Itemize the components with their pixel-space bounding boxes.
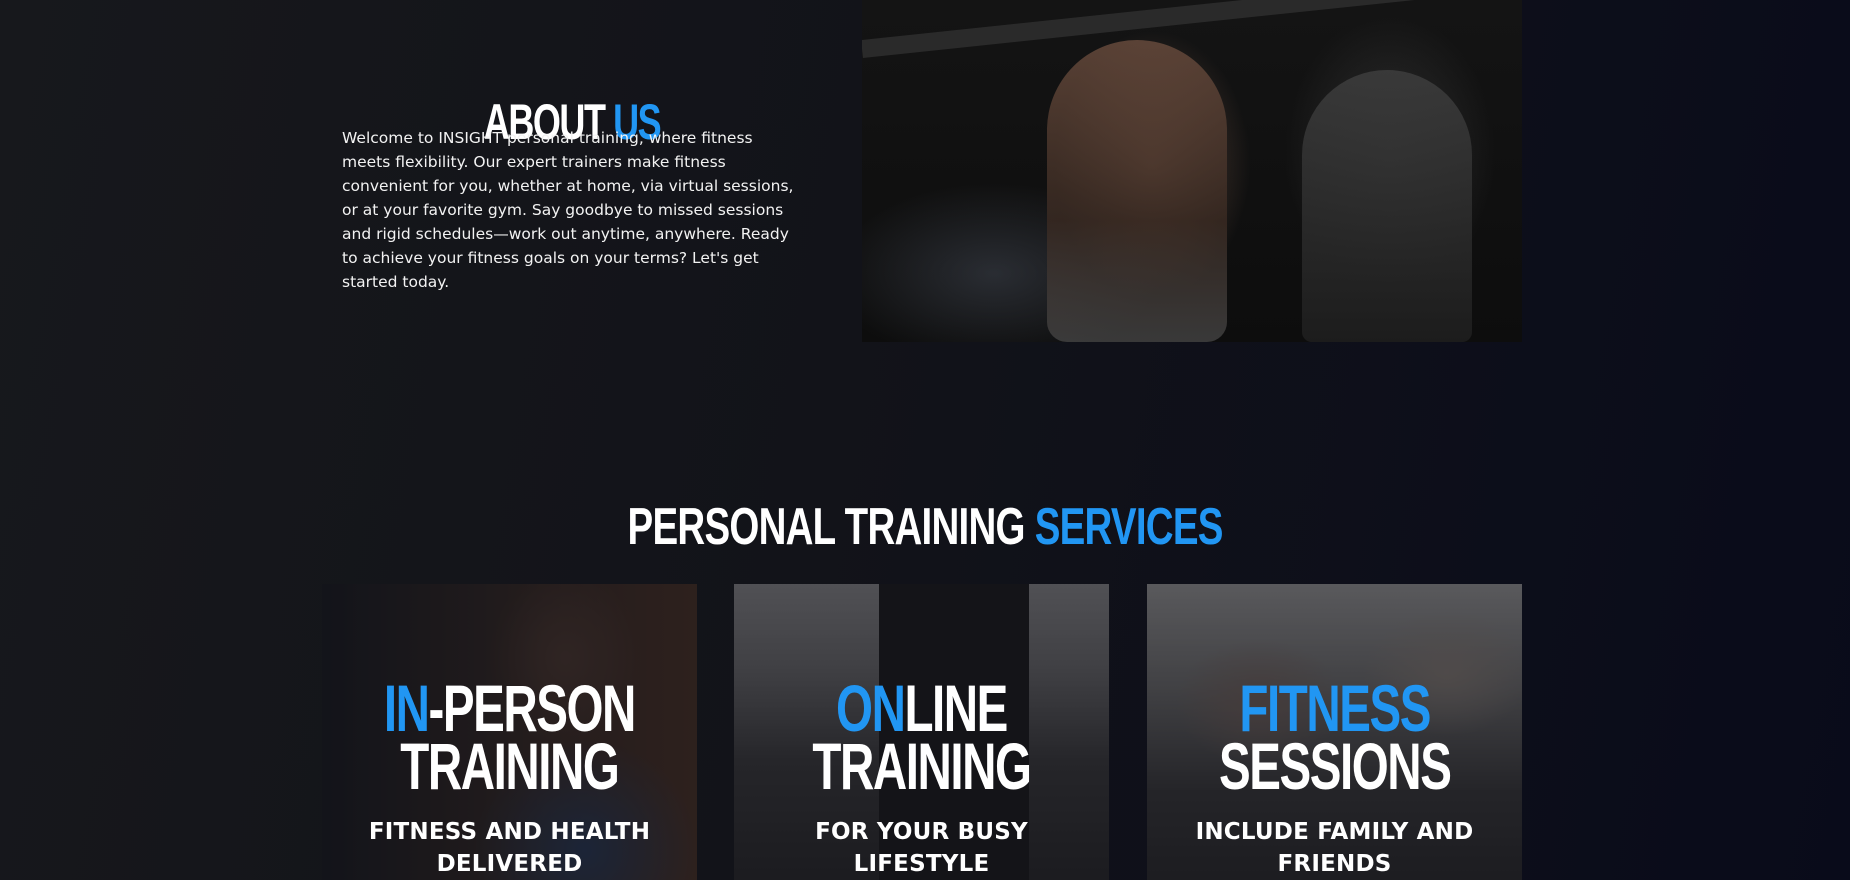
services-title-main: PERSONAL TRAINING [627, 498, 1035, 557]
photo-beam [862, 0, 1520, 58]
photo-boxer-figure [1047, 40, 1227, 342]
card-subtitle: FOR YOUR BUSY LIFESTYLE [815, 819, 1028, 877]
service-card-online[interactable]: ONLINE TRAINING FOR YOUR BUSY LIFESTYLE [734, 584, 1109, 880]
about-description: Welcome to INSIGHT personal training, wh… [342, 129, 794, 291]
card-title: FITNESS SESSIONS [1218, 671, 1452, 803]
card-subtitle: INCLUDE FAMILY AND FRIENDS [1195, 819, 1474, 877]
card-title: IN-PERSON TRAINING [383, 671, 637, 803]
card-title: ONLINE TRAINING [812, 671, 1032, 803]
services-title-accent: SERVICES [1034, 498, 1224, 557]
photo-trainer-figure [1302, 70, 1472, 342]
card-subtitle: FITNESS AND HEALTH DELIVERED [368, 819, 651, 877]
services-title: PERSONAL TRAINING SERVICES [0, 501, 1850, 553]
about-boxing-photo [862, 0, 1522, 342]
service-card-fitness-sessions[interactable]: FITNESS SESSIONS INCLUDE FAMILY AND FRIEN… [1147, 584, 1522, 880]
service-card-in-person[interactable]: IN-PERSON TRAINING FITNESS AND HEALTH DEL… [322, 584, 697, 880]
